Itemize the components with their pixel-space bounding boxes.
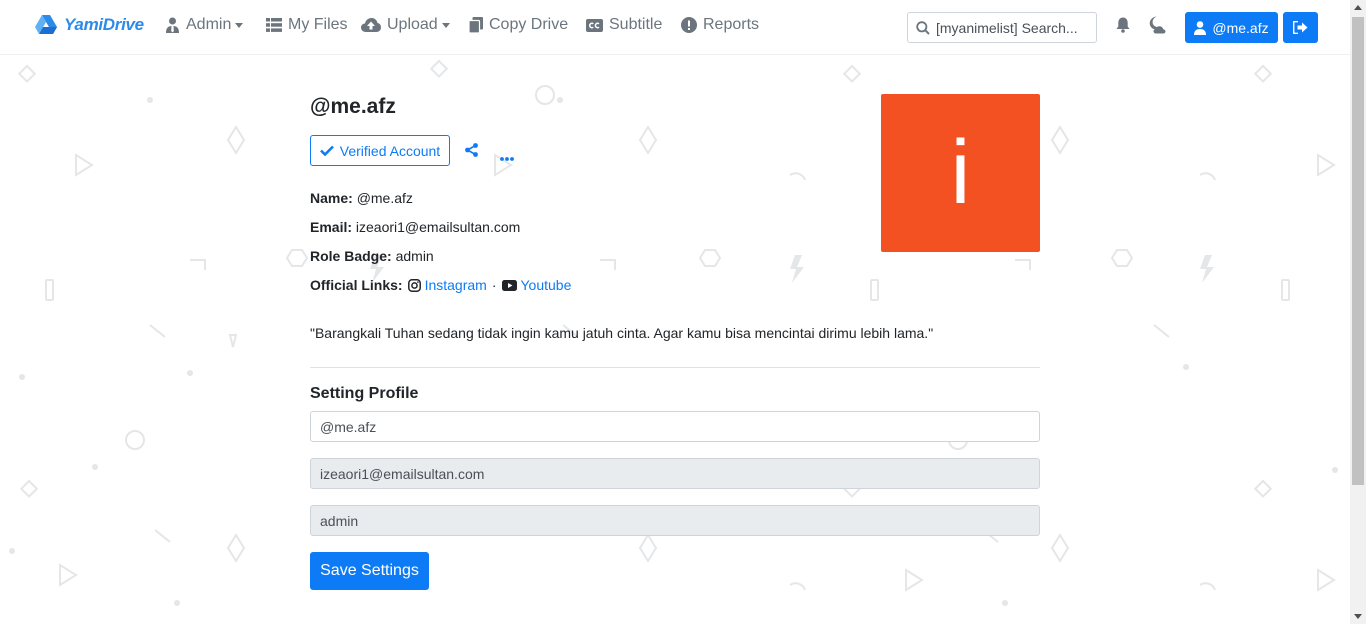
drive-logo-icon: [35, 15, 57, 34]
role-label: Role Badge:: [310, 248, 392, 264]
scroll-up-arrow-icon[interactable]: [1354, 5, 1362, 10]
ellipsis-icon: [500, 157, 514, 161]
profile-username: @me.afz: [310, 95, 396, 118]
avatar: i: [881, 94, 1040, 252]
email-field: izeaori1@emailsultan.com: [310, 458, 1040, 489]
exclamation-circle-icon: [681, 17, 697, 33]
name-value: @me.afz: [356, 190, 413, 206]
verified-account-button[interactable]: Verified Account: [310, 135, 450, 166]
cloud-upload-icon: [361, 18, 381, 32]
check-icon: [319, 145, 334, 156]
info-links: Official Links: Instagram · Youtube: [310, 277, 571, 293]
nav-upload-label: Upload: [387, 16, 438, 33]
search-icon: [916, 20, 930, 35]
email-value: izeaori1@emailsultan.com: [355, 219, 521, 235]
nav-admin[interactable]: Admin: [165, 16, 244, 34]
copy-icon: [469, 17, 483, 33]
nav-subtitle[interactable]: Subtitle: [586, 16, 662, 34]
nav-reports-label: Reports: [703, 16, 760, 33]
logout-button[interactable]: [1283, 12, 1318, 43]
sign-out-icon: [1293, 21, 1308, 34]
role-value: admin: [395, 248, 434, 264]
section-divider: [310, 367, 1040, 368]
instagram-link[interactable]: Instagram: [425, 277, 487, 293]
moon-cloud-icon: [1149, 16, 1166, 34]
nav-reports[interactable]: Reports: [681, 16, 759, 34]
share-icon: [465, 143, 478, 157]
search-box[interactable]: [907, 12, 1097, 43]
list-icon: [266, 18, 282, 32]
user-profile-button[interactable]: @me.afz: [1185, 12, 1278, 43]
closed-captions-icon: [586, 18, 603, 32]
nav-upload[interactable]: Upload: [361, 16, 450, 34]
name-label: Name:: [310, 190, 353, 206]
top-navbar: YamiDrive Admin My Files Upload Copy Dri…: [0, 0, 1350, 55]
link-separator: ·: [491, 277, 497, 293]
role-field: admin: [310, 505, 1040, 536]
nav-copy-drive[interactable]: Copy Drive: [469, 16, 568, 34]
nav-admin-label: Admin: [186, 16, 232, 33]
instagram-icon: [407, 278, 421, 292]
links-label: Official Links:: [310, 277, 403, 293]
brand-name: YamiDrive: [64, 15, 144, 34]
notifications-button[interactable]: [1116, 17, 1130, 38]
user-tie-icon: [166, 17, 179, 33]
page-scrollbar[interactable]: [1350, 0, 1366, 624]
info-role: Role Badge: admin: [310, 248, 434, 264]
user-icon: [1194, 20, 1207, 35]
theme-toggle-button[interactable]: [1148, 16, 1168, 39]
chevron-down-icon: [441, 22, 450, 28]
user-button-label: @me.afz: [1212, 19, 1269, 36]
setting-profile-title: Setting Profile: [310, 385, 419, 402]
info-name: Name: @me.afz: [310, 190, 413, 206]
bell-icon: [1116, 17, 1130, 33]
profile-quote: "Barangkali Tuhan sedang tidak ingin kam…: [310, 325, 934, 341]
youtube-link[interactable]: Youtube: [521, 277, 572, 293]
nav-subtitle-label: Subtitle: [609, 16, 663, 33]
share-button[interactable]: [465, 143, 478, 162]
nav-copy-drive-label: Copy Drive: [489, 16, 569, 33]
scroll-down-arrow-icon[interactable]: [1354, 614, 1362, 619]
scrollbar-thumb[interactable]: [1352, 17, 1364, 485]
brand-logo[interactable]: YamiDrive: [34, 14, 144, 36]
more-options-button[interactable]: [500, 148, 514, 166]
youtube-icon: [501, 279, 517, 291]
info-email: Email: izeaori1@emailsultan.com: [310, 219, 520, 235]
verified-account-label: Verified Account: [339, 142, 441, 159]
save-settings-button[interactable]: Save Settings: [310, 552, 429, 590]
nav-my-files-label: My Files: [288, 16, 348, 33]
email-label: Email:: [310, 219, 353, 235]
search-input[interactable]: [936, 19, 1086, 36]
nav-my-files[interactable]: My Files: [266, 16, 348, 34]
username-field[interactable]: @me.afz: [310, 411, 1040, 442]
chevron-down-icon: [235, 22, 244, 28]
